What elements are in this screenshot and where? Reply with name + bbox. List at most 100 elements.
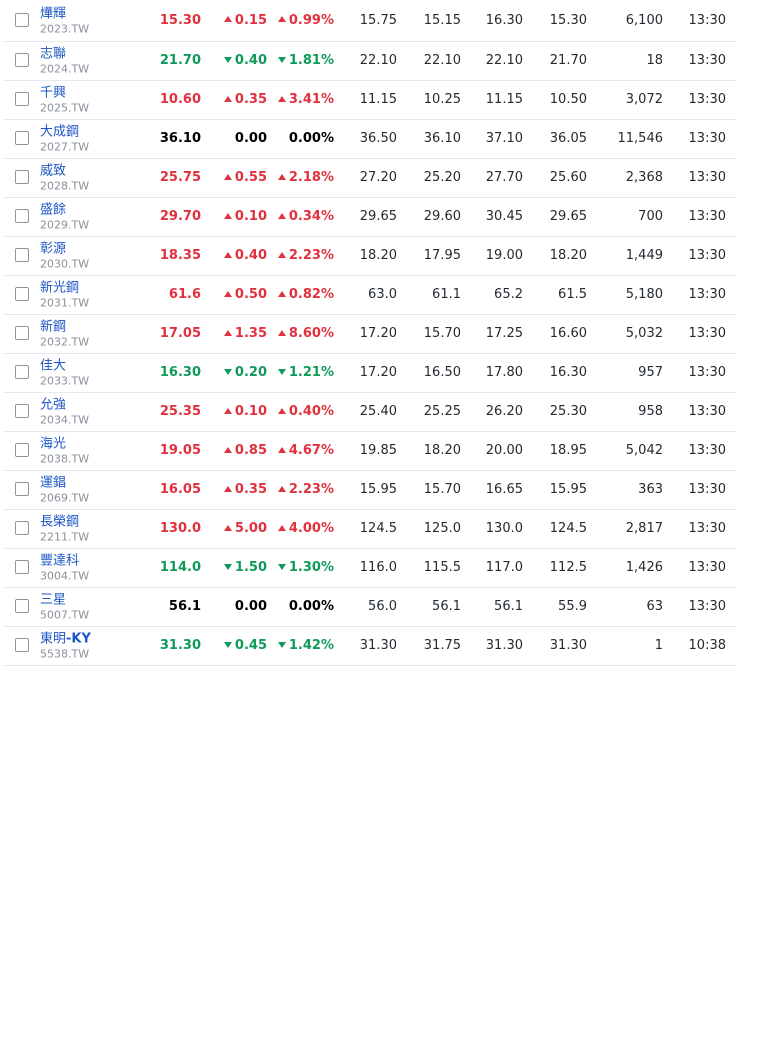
stock-symbol: 5007.TW [40,608,90,622]
price-change: 1.50 [223,560,267,576]
trade-time: 13:30 [688,326,726,341]
row-checkbox[interactable] [15,404,29,418]
table-row[interactable]: 海光 2038.TW 19.05 0.85 4.67% 19.85 18.20 20.00 18… [4,432,736,471]
open-price: 116.0 [359,560,397,575]
stock-name-link[interactable]: 新光鋼 [40,281,150,297]
row-checkbox[interactable] [15,482,29,496]
row-checkbox[interactable] [15,365,29,379]
stock-name-link[interactable]: 盛餘 [40,203,150,219]
stock-name-link[interactable]: 燁輝 [40,6,150,22]
open-price: 18.20 [359,248,397,263]
low-price: 16.30 [549,365,587,380]
stock-name-link[interactable]: 運錩 [40,476,150,492]
trade-time: 13:30 [688,560,726,575]
stock-name-cell: 大成鋼 2027.TW [40,125,150,154]
open-price: 22.10 [359,53,397,68]
row-checkbox[interactable] [15,12,29,27]
price-change: 0.00 [234,599,267,614]
row-checkbox[interactable] [15,131,29,145]
last-price: 31.30 [159,638,201,653]
stock-symbol: 2038.TW [40,452,90,466]
table-row[interactable]: 佳大 2033.TW 16.30 0.20 1.21% 17.20 16.50 17.80 16… [4,354,736,393]
trade-time: 13:30 [688,12,726,28]
last-price: 18.35 [159,248,201,263]
table-row[interactable]: 三星 5007.TW 56.1 0.00 0.00% 56.0 56.1 56.1 55.9 63… [4,588,736,627]
volume: 363 [638,482,663,497]
table-row[interactable]: 東明-KY 5538.TW 31.30 0.45 1.42% 31.30 31.75 31.3… [4,627,736,666]
low-price: 25.60 [549,170,587,185]
row-checkbox[interactable] [15,92,29,106]
stock-name-cell: 海光 2038.TW [40,437,150,466]
trade-time: 13:30 [688,521,726,536]
high-price: 20.00 [485,443,523,458]
stock-symbol: 5538.TW [40,647,90,661]
percent-change: 4.00% [277,521,334,537]
row-checkbox[interactable] [15,287,29,301]
table-row[interactable]: 運錩 2069.TW 16.05 0.35 2.23% 15.95 15.70 16.65 15… [4,471,736,510]
stock-name-link[interactable]: 佳大 [40,359,150,375]
stock-name-link[interactable]: 東明-KY [40,632,150,648]
row-checkbox[interactable] [15,521,29,535]
table-row[interactable]: 新鋼 2032.TW 17.05 1.35 8.60% 17.20 15.70 17.25 16… [4,315,736,354]
table-row[interactable]: 新光鋼 2031.TW 61.6 0.50 0.82% 63.0 61.1 65.2 61.5 5… [4,276,736,315]
stock-name-link[interactable]: 新鋼 [40,320,150,336]
table-row[interactable]: 允強 2034.TW 25.35 0.10 0.40% 25.40 25.25 26.20 25… [4,393,736,432]
row-checkbox[interactable] [15,560,29,574]
high-price: 30.45 [485,209,523,224]
table-row[interactable]: 志聯 2024.TW 21.70 0.40 1.81% 22.10 22.10 22.10 21… [4,42,736,81]
stock-name-link[interactable]: 豐達科 [40,554,150,570]
table-row[interactable]: 大成鋼 2027.TW 36.10 0.00 0.00% 36.50 36.10 37.10 3… [4,120,736,159]
percent-change: 1.81% [277,53,334,69]
row-checkbox[interactable] [15,209,29,223]
row-checkbox[interactable] [15,638,29,652]
triangle-up-icon [223,16,232,22]
stock-name-link[interactable]: 三星 [40,593,150,609]
trade-time: 13:30 [688,365,726,380]
triangle-down-icon [277,56,286,63]
stock-name-cell: 盛餘 2029.TW [40,203,150,232]
open-price: 25.40 [359,404,397,419]
table-row[interactable]: 盛餘 2029.TW 29.70 0.10 0.34% 29.65 29.60 30.45 29… [4,198,736,237]
stock-symbol: 2025.TW [40,101,90,115]
stock-name-link[interactable]: 長榮鋼 [40,515,150,531]
table-row[interactable]: 長榮鋼 2211.TW 130.0 5.00 4.00% 124.5 125.0 130.0 1… [4,510,736,549]
table-row[interactable]: 千興 2025.TW 10.60 0.35 3.41% 11.15 10.25 11.15 10… [4,81,736,120]
triangle-down-icon [223,563,232,570]
row-checkbox[interactable] [15,599,29,613]
stock-name-cell: 運錩 2069.TW [40,476,150,505]
trade-time: 13:30 [688,53,726,68]
price-change: 0.40 [223,53,267,69]
row-checkbox[interactable] [15,248,29,262]
row-checkbox[interactable] [15,443,29,457]
high-price: 19.00 [485,248,523,263]
row-checkbox[interactable] [15,53,29,67]
stock-name-link[interactable]: 大成鋼 [40,125,150,141]
stock-name-link[interactable]: 志聯 [40,47,150,63]
last-price: 15.30 [159,12,201,28]
percent-change: 2.18% [277,170,334,186]
price-change: 0.00 [234,131,267,146]
stock-name-link[interactable]: 威致 [40,164,150,180]
triangle-up-icon [223,173,232,180]
row-checkbox[interactable] [15,170,29,184]
percent-change: 1.42% [277,638,334,654]
triangle-up-icon [223,329,232,336]
triangle-up-icon [277,446,286,453]
stock-name-cell: 彰源 2030.TW [40,242,150,271]
price-change: 0.55 [223,170,267,186]
stock-name-link[interactable]: 彰源 [40,242,150,258]
table-row[interactable]: 彰源 2030.TW 18.35 0.40 2.23% 18.20 17.95 19.00 18… [4,237,736,276]
stock-name-cell: 威致 2028.TW [40,164,150,193]
price-change: 0.10 [223,209,267,225]
stock-name-link[interactable]: 千興 [40,86,150,102]
stock-name-link[interactable]: 允強 [40,398,150,414]
table-row[interactable]: 威致 2028.TW 25.75 0.55 2.18% 27.20 25.20 27.70 25… [4,159,736,198]
table-row[interactable]: 豐達科 3004.TW 114.0 1.50 1.30% 116.0 115.5 117.0 1… [4,549,736,588]
table-row[interactable]: 燁輝 2023.TW 15.30 0.15 0.99% 15.75 15.15 16.30 15… [4,0,736,42]
stock-name-link[interactable]: 海光 [40,437,150,453]
stock-symbol: 2211.TW [40,530,90,544]
triangle-up-icon [223,524,232,531]
open-price: 63.0 [368,287,397,302]
row-checkbox[interactable] [15,326,29,340]
prev-close: 15.70 [423,326,461,341]
